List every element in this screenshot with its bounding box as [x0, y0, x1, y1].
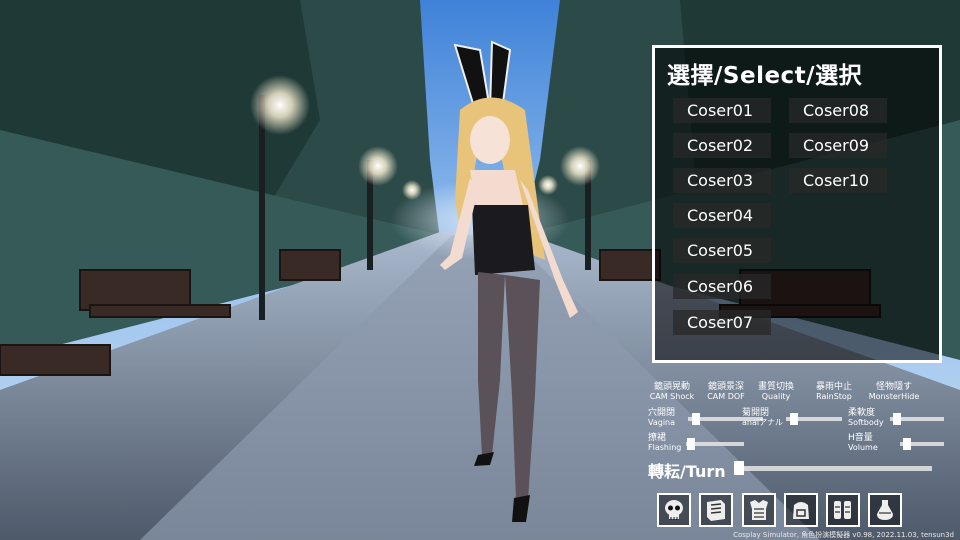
anal-label-en: analアナル [742, 418, 783, 427]
footer-version-text: Cosplay Simulator, 角色扮演模擬器 v0.98, 2022.1… [733, 531, 954, 539]
softbody-label: 柔軟度 Softbody [848, 408, 884, 428]
monsterhide-toggle[interactable]: 怪物隱す MonsterHide [862, 382, 926, 402]
rainstop-en: RainStop [816, 392, 852, 401]
gear-set-icon [834, 501, 851, 519]
anal-label: 菊開閉 analアナル [742, 408, 783, 428]
volume-label-zh: H音量 [848, 433, 873, 443]
coser07-button[interactable]: Coser07 [673, 310, 771, 335]
rainstop-toggle[interactable]: 暴雨中止 RainStop [802, 382, 866, 402]
coser03-button[interactable]: Coser03 [673, 168, 771, 193]
coser01-button[interactable]: Coser01 [673, 98, 771, 123]
quality-toggle[interactable]: 畫質切換 Quality [744, 382, 808, 402]
monsterhide-zh: 怪物隱す [875, 382, 912, 392]
turn-knob[interactable] [734, 461, 744, 475]
vagina-label-zh: 穴開閉 [648, 408, 676, 418]
anal-knob[interactable] [789, 413, 798, 425]
select-panel-title: 選擇/Select/選択 [667, 63, 863, 89]
turn-label: 轉耘/Turn [648, 462, 726, 481]
backpack-icon [793, 502, 809, 519]
vagina-label: 穴開閉 Vagina [648, 408, 676, 428]
flashing-label: 撩裙 Flashing [648, 433, 682, 453]
coser02-button[interactable]: Coser02 [673, 133, 771, 158]
coser10-button[interactable]: Coser10 [789, 168, 887, 193]
book-icon [707, 500, 725, 521]
book-icon-button[interactable] [699, 493, 733, 527]
vagina-label-en: Vagina [648, 418, 676, 427]
flashing-label-en: Flashing [648, 443, 682, 452]
monsterhide-en: MonsterHide [868, 392, 920, 401]
quality-zh: 畫質切換 [757, 382, 794, 392]
gear-set-icon-button[interactable] [826, 493, 860, 527]
turn-track[interactable] [742, 466, 932, 471]
vagina-knob[interactable] [691, 413, 700, 425]
flashing-label-zh: 撩裙 [648, 433, 667, 443]
volume-label: H音量 Volume [848, 433, 878, 453]
armor-icon [750, 500, 768, 520]
coser06-button[interactable]: Coser06 [673, 274, 771, 299]
quality-en: Quality [761, 392, 791, 401]
flashing-slider[interactable]: 撩裙 Flashing [648, 434, 744, 456]
softbody-label-en: Softbody [848, 418, 884, 427]
coser09-button[interactable]: Coser09 [789, 133, 887, 158]
armor-icon-button[interactable] [742, 493, 776, 527]
backpack-icon-button[interactable] [784, 493, 818, 527]
coser04-button[interactable]: Coser04 [673, 203, 771, 228]
potion-icon-button[interactable] [868, 493, 902, 527]
rainstop-zh: 暴雨中止 [815, 382, 852, 392]
coser-select-panel: 選擇/Select/選択 Coser01 Coser02 Coser03 Cos… [652, 45, 942, 363]
skull-icon-button[interactable] [657, 493, 691, 527]
softbody-slider[interactable]: 柔軟度 Softbody [848, 409, 944, 431]
softbody-label-zh: 柔軟度 [848, 408, 876, 418]
volume-knob[interactable] [902, 438, 911, 450]
softbody-knob[interactable] [893, 413, 902, 425]
skull-icon [665, 500, 683, 520]
flashing-knob[interactable] [686, 438, 695, 450]
coser05-button[interactable]: Coser05 [673, 238, 771, 263]
potion-icon [877, 500, 893, 520]
coser08-button[interactable]: Coser08 [789, 98, 887, 123]
anal-slider[interactable]: 菊開閉 analアナル [742, 409, 842, 431]
anal-label-zh: 菊開閉 [742, 408, 770, 418]
volume-label-en: Volume [848, 443, 878, 452]
volume-slider[interactable]: H音量 Volume [848, 434, 944, 456]
